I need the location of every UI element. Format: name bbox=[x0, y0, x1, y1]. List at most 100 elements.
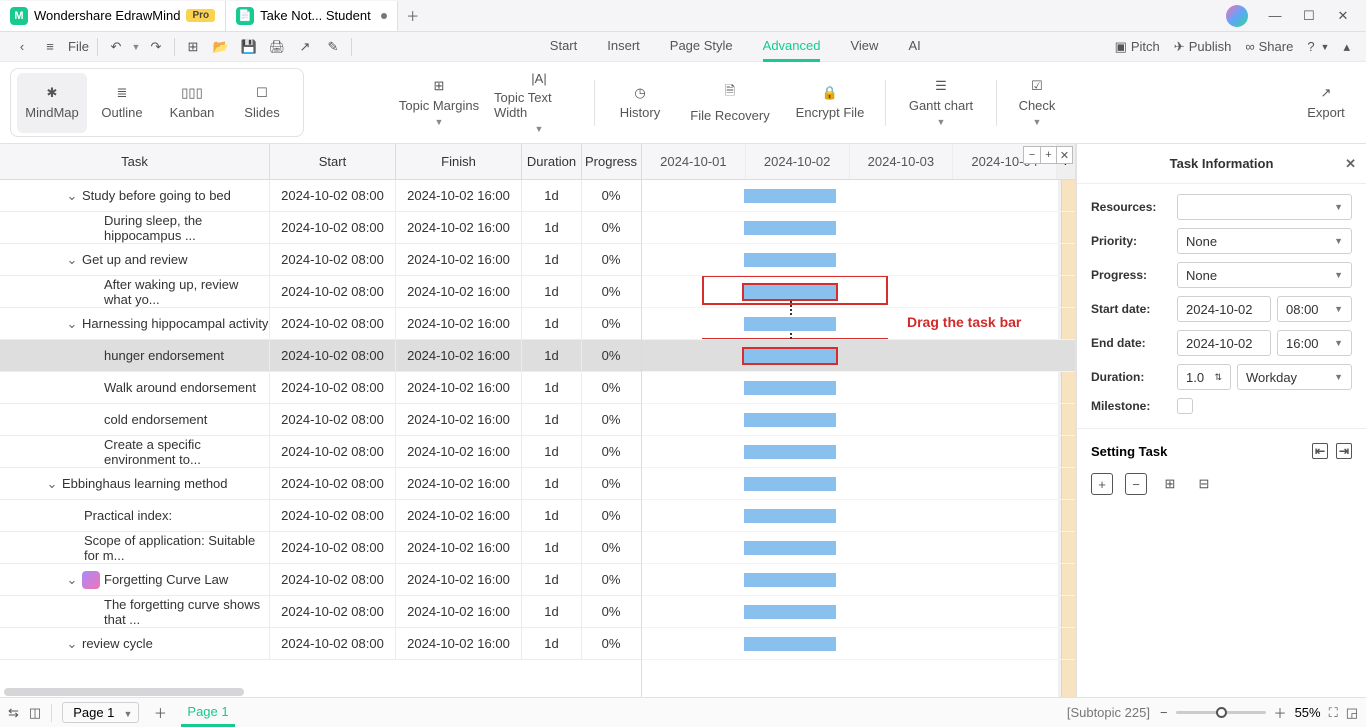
table-row[interactable]: cold endorsement2024-10-02 08:002024-10-… bbox=[0, 404, 641, 436]
history[interactable]: ◷History bbox=[605, 70, 675, 136]
menu-icon[interactable]: ≡ bbox=[36, 34, 64, 60]
active-page-tab[interactable]: Page 1 bbox=[181, 699, 234, 727]
col-duration[interactable]: Duration bbox=[522, 144, 582, 179]
chevron-down-icon[interactable]: ⌄ bbox=[64, 572, 80, 588]
task-bar[interactable] bbox=[744, 413, 836, 427]
indent-left-icon[interactable]: ⇤ bbox=[1312, 443, 1328, 459]
export-button[interactable]: ↗Export bbox=[1296, 62, 1356, 143]
col-start[interactable]: Start bbox=[270, 144, 396, 179]
menu-pagestyle[interactable]: Page Style bbox=[670, 32, 733, 62]
task-bar[interactable] bbox=[744, 445, 836, 459]
view-mindmap[interactable]: ✱MindMap bbox=[17, 73, 87, 133]
duration-unit-select[interactable]: Workday▼ bbox=[1237, 364, 1352, 390]
startdate-input[interactable]: 2024-10-02 bbox=[1177, 296, 1271, 322]
table-row[interactable]: ⌄Study before going to bed2024-10-02 08:… bbox=[0, 180, 641, 212]
minimize-button[interactable]: — bbox=[1260, 1, 1290, 31]
save-icon[interactable]: 💾 bbox=[235, 34, 263, 60]
table-row[interactable]: ⌄Forgetting Curve Law2024-10-02 08:00202… bbox=[0, 564, 641, 596]
close-gantt-button[interactable]: ✕ bbox=[1056, 147, 1072, 163]
zoom-in-icon[interactable]: ＋ bbox=[1274, 703, 1287, 722]
table-row[interactable]: Create a specific environment to...2024-… bbox=[0, 436, 641, 468]
redo-button[interactable]: ↷ bbox=[142, 34, 170, 60]
col-finish[interactable]: Finish bbox=[396, 144, 522, 179]
table-row[interactable]: ⌄review cycle2024-10-02 08:002024-10-02 … bbox=[0, 628, 641, 660]
user-avatar[interactable] bbox=[1226, 5, 1248, 27]
gantt-chart[interactable]: ☰Gantt chart▼ bbox=[896, 70, 986, 136]
table-row[interactable]: ⌄Ebbinghaus learning method2024-10-02 08… bbox=[0, 468, 641, 500]
duration-input[interactable]: 1.0⇅ bbox=[1177, 364, 1231, 390]
encrypt-file[interactable]: 🔒Encrypt File bbox=[785, 70, 875, 136]
table-row[interactable]: Scope of application: Suitable for m...2… bbox=[0, 532, 641, 564]
task-bar[interactable] bbox=[744, 541, 836, 555]
grid-plus-icon[interactable]: ⊞ bbox=[1159, 473, 1181, 495]
table-row[interactable]: ⌄Get up and review2024-10-02 08:002024-1… bbox=[0, 244, 641, 276]
file-menu[interactable]: File bbox=[64, 39, 93, 54]
menu-insert[interactable]: Insert bbox=[607, 32, 640, 62]
add-task-button[interactable]: + bbox=[1091, 473, 1113, 495]
fullscreen-icon[interactable]: ◲ bbox=[1346, 705, 1358, 721]
task-bar[interactable] bbox=[744, 253, 836, 267]
undo-dropdown[interactable]: ▼ bbox=[130, 34, 142, 60]
edit-icon[interactable]: ✎ bbox=[319, 34, 347, 60]
task-bar[interactable] bbox=[744, 637, 836, 651]
milestone-checkbox[interactable] bbox=[1177, 398, 1193, 414]
open-icon[interactable]: 📂 bbox=[207, 34, 235, 60]
indent-right-icon[interactable]: ⇥ bbox=[1336, 443, 1352, 459]
grid-minus-icon[interactable]: ⊟ bbox=[1193, 473, 1215, 495]
new-tab-button[interactable]: ＋ bbox=[398, 6, 428, 25]
table-row[interactable]: Walk around endorsement2024-10-02 08:002… bbox=[0, 372, 641, 404]
task-bar[interactable] bbox=[744, 317, 836, 331]
add-page-button[interactable]: ＋ bbox=[149, 702, 171, 724]
close-button[interactable]: ✕ bbox=[1328, 1, 1358, 31]
split-view-icon[interactable]: ◫ bbox=[29, 705, 41, 721]
menu-ai[interactable]: AI bbox=[908, 32, 920, 62]
back-button[interactable]: ‹ bbox=[8, 34, 36, 60]
endtime-input[interactable]: 16:00▼ bbox=[1277, 330, 1352, 356]
table-row[interactable]: The forgetting curve shows that ...2024-… bbox=[0, 596, 641, 628]
task-bar[interactable] bbox=[744, 509, 836, 523]
menu-start[interactable]: Start bbox=[550, 32, 577, 62]
resources-select[interactable]: ▼ bbox=[1177, 194, 1352, 220]
task-bar[interactable] bbox=[744, 477, 836, 491]
task-bar[interactable] bbox=[744, 285, 836, 299]
export-icon[interactable]: ↗ bbox=[291, 34, 319, 60]
progress-select[interactable]: None▼ bbox=[1177, 262, 1352, 288]
new-file-icon[interactable]: ⊞ bbox=[179, 34, 207, 60]
table-row[interactable]: Practical index:2024-10-02 08:002024-10-… bbox=[0, 500, 641, 532]
help-button[interactable]: ?▼ bbox=[1307, 39, 1329, 54]
table-row[interactable]: ⌄Harnessing hippocampal activity2024-10-… bbox=[0, 308, 641, 340]
zoom-slider[interactable] bbox=[1176, 711, 1266, 714]
collapse-ribbon-button[interactable]: ▴ bbox=[1343, 39, 1350, 55]
view-outline[interactable]: ≣Outline bbox=[87, 73, 157, 133]
print-icon[interactable]: 🖨 bbox=[263, 34, 291, 60]
task-bar[interactable] bbox=[744, 381, 836, 395]
remove-task-button[interactable]: − bbox=[1125, 473, 1147, 495]
view-slides[interactable]: ☐Slides bbox=[227, 73, 297, 133]
task-bar[interactable] bbox=[744, 605, 836, 619]
menu-view[interactable]: View bbox=[850, 32, 878, 62]
zoom-in-button[interactable]: + bbox=[1040, 147, 1056, 163]
chevron-down-icon[interactable]: ⌄ bbox=[64, 636, 80, 652]
outline-toggle-icon[interactable]: ⇆ bbox=[8, 705, 19, 721]
task-bar[interactable] bbox=[744, 349, 836, 363]
panel-close-button[interactable]: ✕ bbox=[1345, 156, 1356, 172]
topic-margins[interactable]: ⊞Topic Margins▼ bbox=[394, 70, 484, 136]
task-bar[interactable] bbox=[744, 189, 836, 203]
pitch-button[interactable]: ▣Pitch bbox=[1115, 39, 1160, 55]
maximize-button[interactable]: ☐ bbox=[1294, 1, 1324, 31]
table-row[interactable]: hunger endorsement2024-10-02 08:002024-1… bbox=[0, 340, 641, 372]
task-bar[interactable] bbox=[744, 573, 836, 587]
view-kanban[interactable]: ▯▯▯Kanban bbox=[157, 73, 227, 133]
file-tab[interactable]: 📄 Take Not... Student bbox=[226, 1, 398, 31]
zoom-out-button[interactable]: − bbox=[1024, 147, 1040, 163]
chevron-down-icon[interactable]: ⌄ bbox=[64, 188, 80, 204]
fit-icon[interactable]: ⛶ bbox=[1329, 705, 1338, 721]
table-row[interactable]: During sleep, the hippocampus ...2024-10… bbox=[0, 212, 641, 244]
share-button[interactable]: ∞Share bbox=[1245, 39, 1293, 54]
check[interactable]: ☑Check▼ bbox=[1007, 70, 1067, 136]
publish-button[interactable]: ✈Publish bbox=[1174, 39, 1232, 55]
undo-button[interactable]: ↶ bbox=[102, 34, 130, 60]
starttime-input[interactable]: 08:00▼ bbox=[1277, 296, 1352, 322]
enddate-input[interactable]: 2024-10-02 bbox=[1177, 330, 1271, 356]
topic-text-width[interactable]: |A|Topic Text Width▼ bbox=[494, 70, 584, 136]
